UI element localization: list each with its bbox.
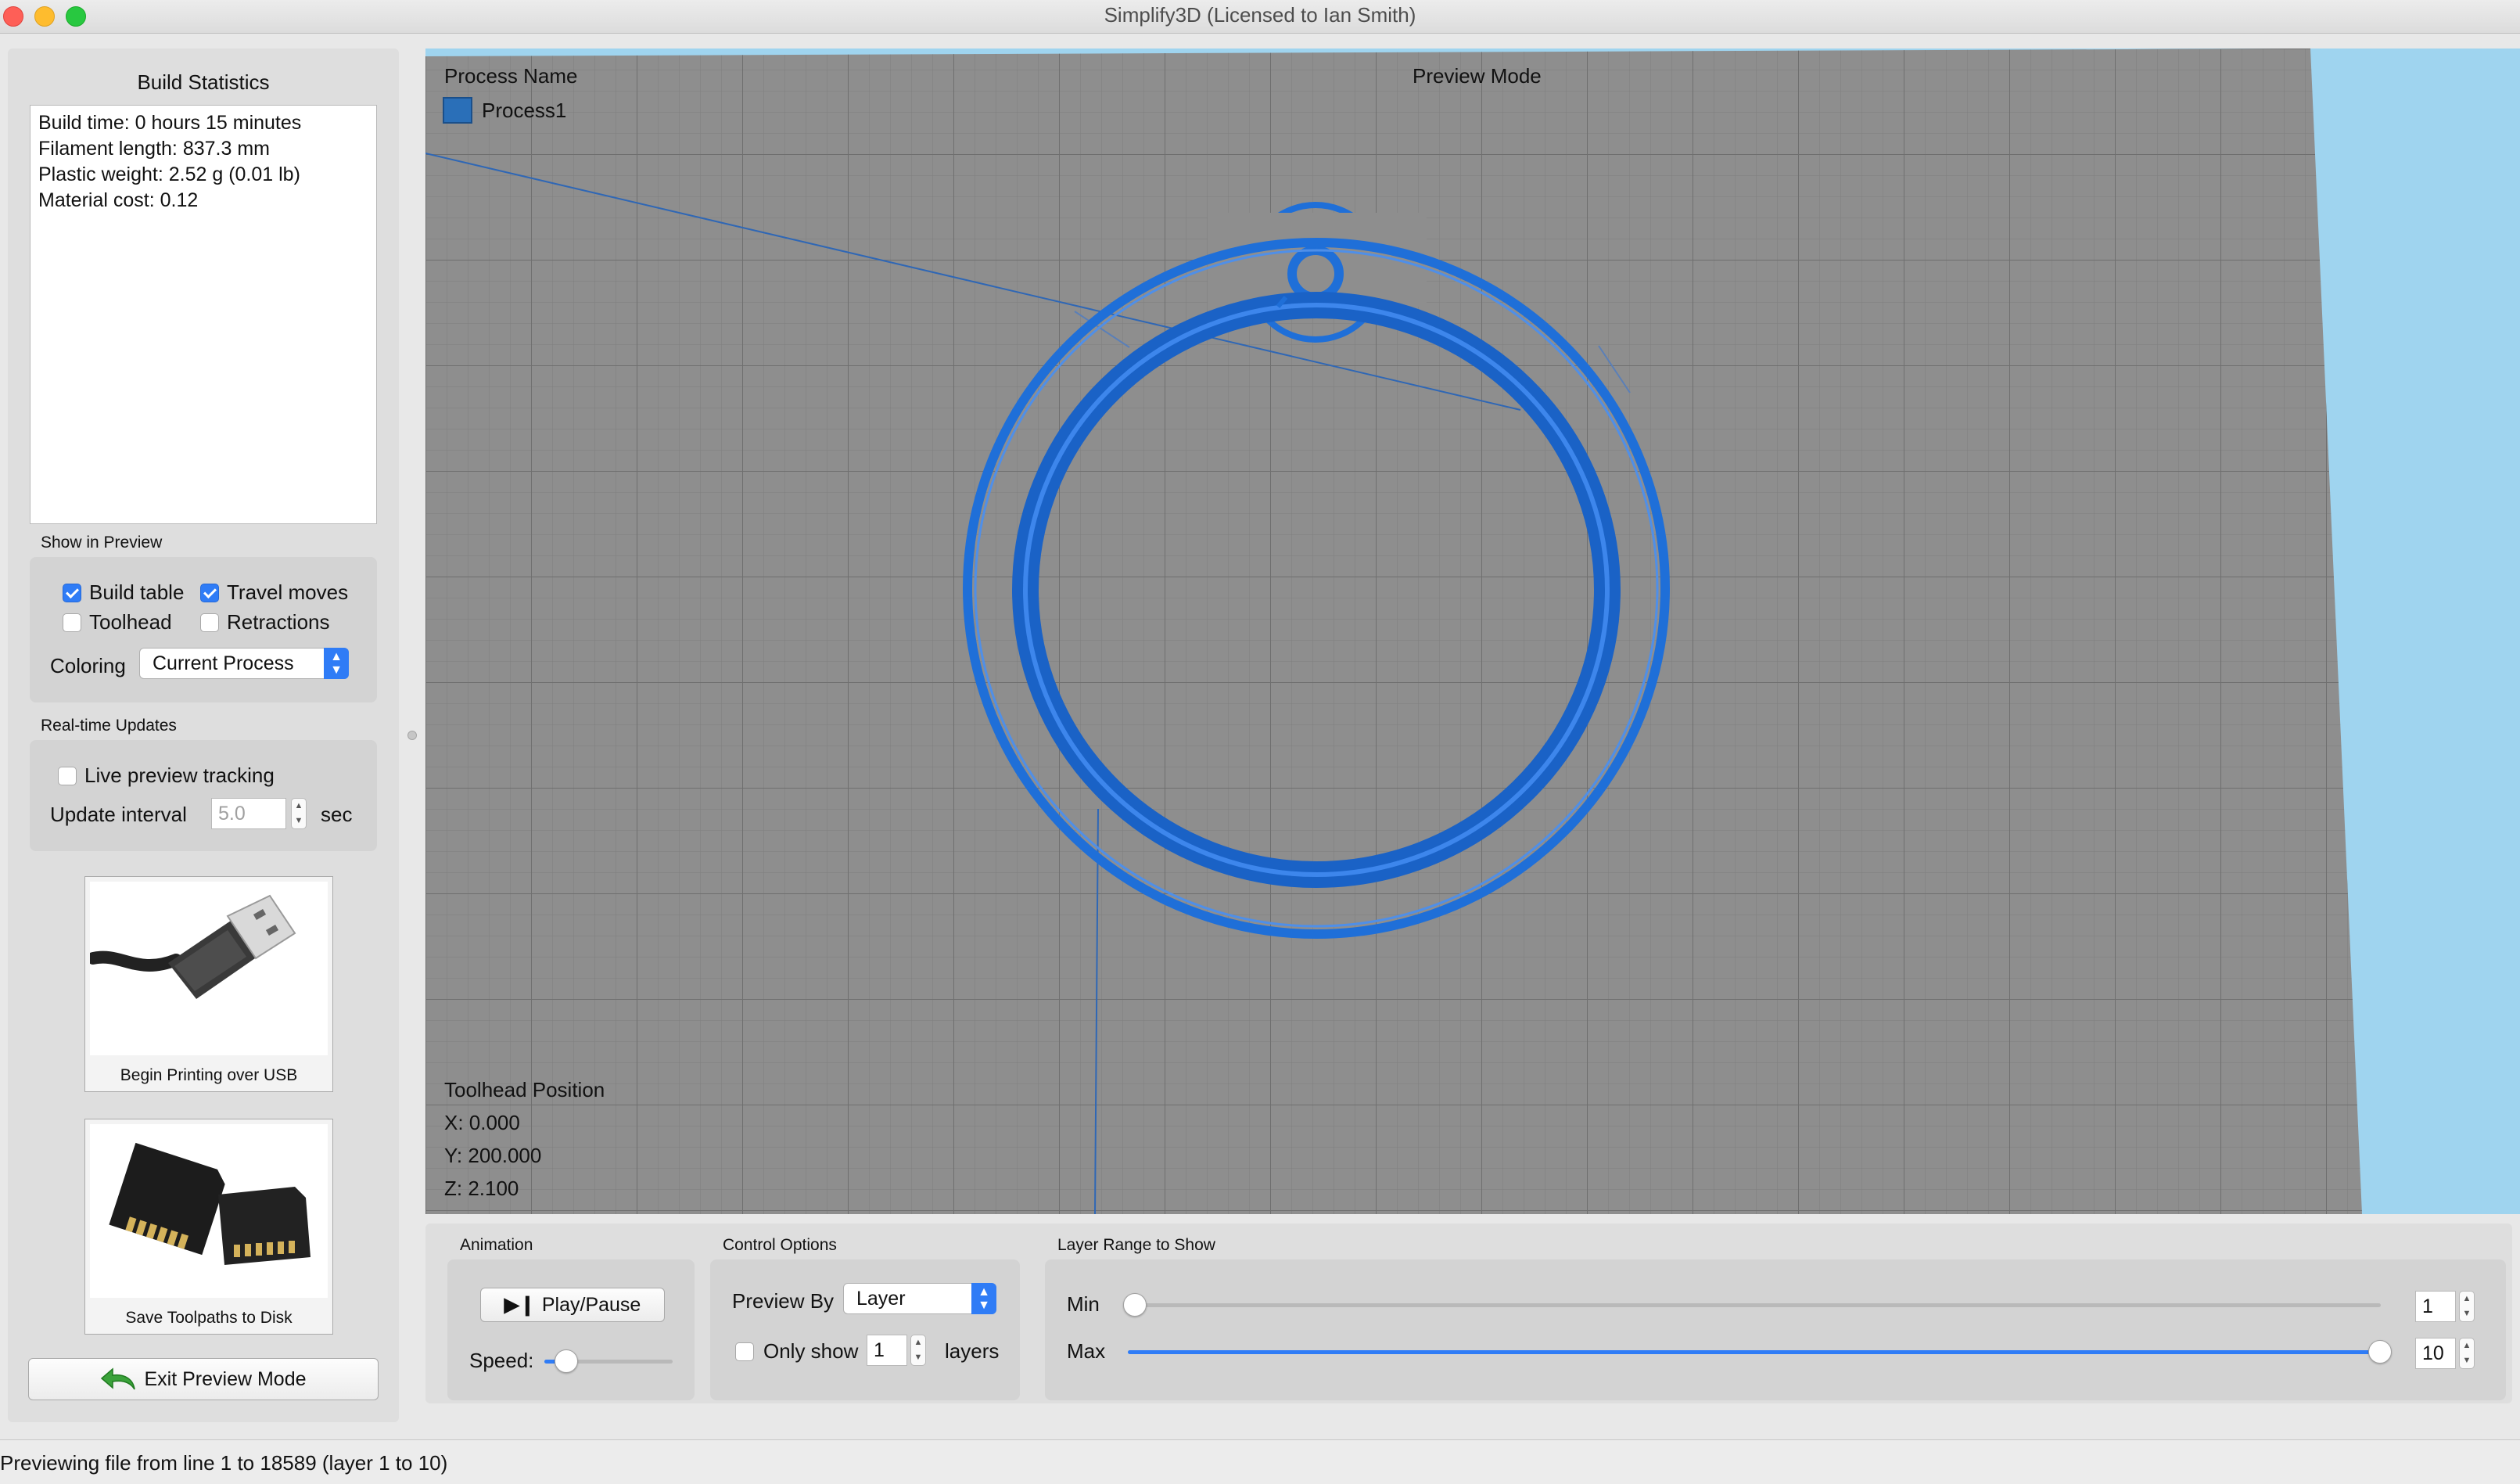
update-interval-input[interactable]: 5.0 <box>211 798 286 829</box>
animation-title: Animation <box>460 1236 533 1254</box>
toolhead-checkbox[interactable] <box>63 613 81 632</box>
panel-splitter-handle[interactable] <box>407 731 417 740</box>
build-statistics-box: Build time: 0 hours 15 minutes Filament … <box>30 105 377 524</box>
undo-arrow-icon <box>101 1367 136 1390</box>
bottom-controls: Animation ▶❙ Play/Pause Speed: Control Op… <box>425 1223 2512 1403</box>
play-pause-label: Play/Pause <box>541 1294 641 1316</box>
filament-length-text: Filament length: 837.3 mm <box>38 138 270 160</box>
exit-preview-mode-label: Exit Preview Mode <box>144 1368 307 1390</box>
preview-by-select[interactable]: Layer ▲ ▼ <box>843 1283 996 1314</box>
update-interval-unit: sec <box>321 803 353 826</box>
layer-range-title: Layer Range to Show <box>1057 1236 1215 1254</box>
sd-card-icon <box>90 1124 328 1298</box>
plastic-weight-text: Plastic weight: 2.52 g (0.01 lb) <box>38 163 300 185</box>
layers-label: layers <box>945 1339 1000 1363</box>
min-layer-input[interactable]: 1 <box>2415 1291 2456 1322</box>
play-pause-icon: ▶❙ <box>504 1294 536 1316</box>
play-pause-button[interactable]: ▶❙ Play/Pause <box>480 1288 665 1322</box>
live-preview-tracking-label: Live preview tracking <box>84 764 275 787</box>
toolhead-position-title: Toolhead Position <box>444 1078 605 1101</box>
only-show-layers-stepper[interactable]: ▲ ▼ <box>910 1335 926 1366</box>
status-text: Previewing file from line 1 to 18589 (la… <box>0 1451 448 1475</box>
chevron-updown-icon: ▲ ▼ <box>324 648 349 679</box>
toolhead-y-value: Y: 200.000 <box>444 1144 542 1167</box>
window-title: Simplify3D (Licensed to Ian Smith) <box>1104 3 1416 27</box>
realtime-updates-group: Live preview tracking Update interval 5.… <box>30 740 377 851</box>
only-show-checkbox[interactable] <box>735 1342 754 1361</box>
control-options-group: Preview By Layer ▲ ▼ Only show 1 ▲ ▼ layer… <box>710 1259 1020 1400</box>
begin-printing-usb-button[interactable]: Begin Printing over USB <box>84 876 333 1092</box>
show-in-preview-group: Build table Travel moves Toolhead Retrac… <box>30 557 377 702</box>
max-layer-stepper[interactable]: ▲ ▼ <box>2459 1338 2475 1369</box>
disk-button-caption: Save Toolpaths to Disk <box>125 1309 293 1327</box>
control-options-title: Control Options <box>723 1236 837 1254</box>
build-statistics-title: Build Statistics <box>137 70 270 94</box>
travel-moves-label: Travel moves <box>227 580 349 604</box>
min-label: Min <box>1067 1292 1100 1316</box>
max-slider-handle[interactable] <box>2368 1340 2392 1364</box>
preview-by-value: Layer <box>856 1288 906 1310</box>
coloring-select[interactable]: Current Process ▲ ▼ <box>139 648 349 679</box>
show-in-preview-title: Show in Preview <box>41 534 163 552</box>
max-slider-track[interactable] <box>1128 1350 2381 1354</box>
title-bar: Simplify3D (Licensed to Ian Smith) <box>0 0 2520 34</box>
travel-moves-checkbox[interactable] <box>200 584 219 602</box>
animation-group: ▶❙ Play/Pause Speed: <box>447 1259 695 1400</box>
build-time-text: Build time: 0 hours 15 minutes <box>38 112 302 134</box>
toolhead-label: Toolhead <box>89 610 172 634</box>
exit-preview-mode-button[interactable]: Exit Preview Mode <box>28 1358 379 1400</box>
build-table-label: Build table <box>89 580 185 604</box>
build-table-checkbox[interactable] <box>63 584 81 602</box>
toolhead-z-value: Z: 2.100 <box>444 1177 519 1200</box>
min-slider-track[interactable] <box>1128 1303 2381 1307</box>
chevron-updown-icon: ▲ ▼ <box>971 1283 996 1314</box>
process-name-header: Process Name <box>444 64 578 88</box>
speed-slider-handle[interactable] <box>555 1349 579 1373</box>
only-show-layers-input[interactable]: 1 <box>867 1335 907 1366</box>
max-label: Max <box>1067 1339 1106 1363</box>
usb-cable-icon <box>87 882 328 1055</box>
preview-by-label: Preview By <box>732 1289 835 1313</box>
material-cost-text: Material cost: 0.12 <box>38 189 199 211</box>
coloring-label: Coloring <box>50 654 126 677</box>
toolhead-x-value: X: 0.000 <box>444 1111 520 1134</box>
process-name-label[interactable]: Process1 <box>482 99 566 123</box>
preview-mode-label: Preview Mode <box>1413 64 1542 88</box>
save-toolpaths-button[interactable]: Save Toolpaths to Disk <box>84 1119 333 1335</box>
usb-button-caption: Begin Printing over USB <box>120 1066 298 1084</box>
left-panel: Build Statistics Build time: 0 hours 15 … <box>8 49 399 1422</box>
coloring-select-value: Current Process <box>153 652 294 674</box>
process-color-swatch[interactable] <box>443 97 472 124</box>
update-interval-label: Update interval <box>50 803 187 826</box>
speed-label: Speed: <box>469 1349 534 1372</box>
max-layer-input[interactable]: 10 <box>2415 1338 2456 1369</box>
retractions-checkbox[interactable] <box>200 613 219 632</box>
min-layer-stepper[interactable]: ▲ ▼ <box>2459 1291 2475 1322</box>
retractions-label: Retractions <box>227 610 330 634</box>
only-show-label: Only show <box>763 1339 859 1363</box>
realtime-updates-title: Real-time Updates <box>41 717 177 735</box>
status-bar: Previewing file from line 1 to 18589 (la… <box>0 1439 2520 1484</box>
update-interval-stepper[interactable]: ▲ ▼ <box>291 798 307 829</box>
preview-viewport[interactable]: Process Name Preview Mode Process1 Toolh… <box>425 49 2520 1214</box>
live-preview-tracking-checkbox[interactable] <box>58 767 77 785</box>
min-slider-handle[interactable] <box>1123 1293 1147 1317</box>
layer-range-group: Min 1 ▲ ▼ Max 10 ▲ ▼ <box>1045 1259 2506 1400</box>
